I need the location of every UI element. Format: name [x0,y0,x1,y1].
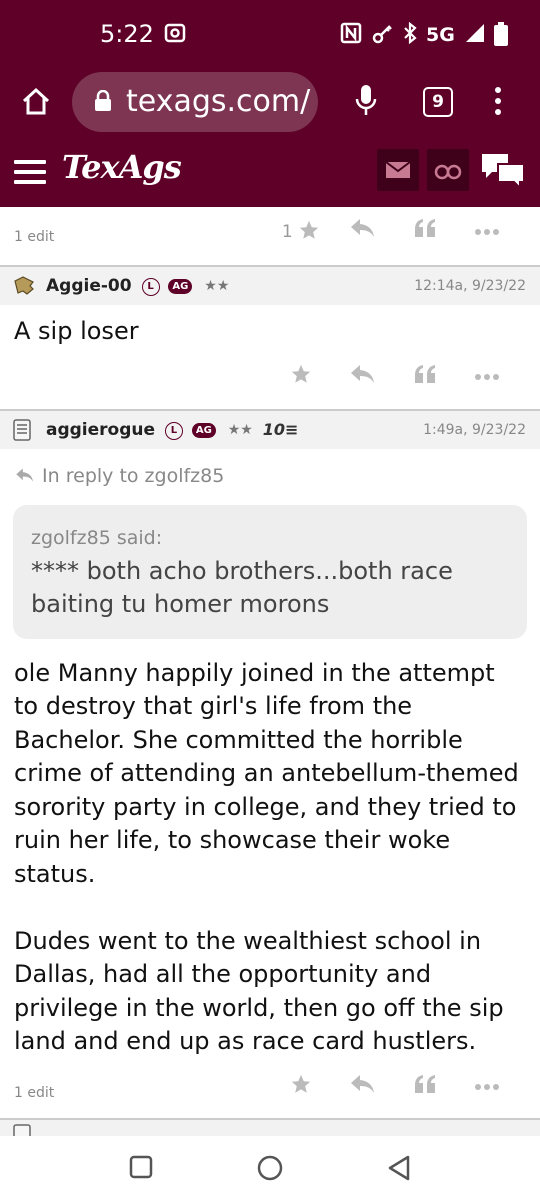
back-icon[interactable] [386,1154,412,1186]
status-bar: 5:22 5G [0,0,540,72]
battery-icon [494,22,508,50]
user-stars: ★★ [227,421,253,438]
url-text: texags.com/ [126,84,311,119]
chat-bubbles-icon[interactable] [480,152,526,192]
site-logo[interactable]: TexAgs [62,148,182,186]
reply-icon[interactable] [332,363,394,389]
bluetooth-icon [402,21,418,48]
lifetime-badge: L [164,421,183,440]
status-time: 5:22 [100,20,154,48]
star-icon [299,220,319,239]
signal-icon [464,22,486,48]
username-text: aggierogue [46,419,156,440]
post-actions [270,363,518,389]
nfc-icon [340,22,362,48]
lock-icon [94,89,112,116]
home-icon[interactable] [20,86,52,118]
hamburger-menu-icon[interactable] [14,160,46,190]
edit-count[interactable]: 1 edit [14,229,54,245]
messages-button[interactable] [377,149,419,191]
edit-count[interactable]: 1 edit [14,1085,54,1101]
quoted-post: zgolfz85 said: **** both acho brothers..… [13,504,527,639]
username-text: Aggie-00 [46,276,132,296]
post-actions [270,1073,518,1099]
thread-content: 1 edit 1 Aggie-00 L AG ★★ 12:14a, 9/23/2… [0,207,540,1117]
reply-arrow-icon [16,467,33,482]
quote-icon[interactable] [394,1073,456,1099]
star-icon[interactable] [270,363,332,389]
ag-badge: AG [168,279,193,294]
post-footer: 1 edit 1 [0,207,540,265]
quote-author: zgolfz85 said: [31,526,163,549]
ag-badge: AG [191,422,216,438]
network-type: 5G [426,24,455,46]
star-icon[interactable] [270,1073,332,1099]
watch-button[interactable] [427,149,469,191]
address-bar[interactable]: texags.com/ [72,72,318,132]
reply-to-text: In reply to zgolfz85 [42,464,225,487]
microphone-icon[interactable] [354,84,378,122]
more-icon[interactable] [456,1076,518,1095]
next-post-header-peek [0,1118,540,1138]
quote-icon[interactable] [394,217,456,243]
reply-icon[interactable] [332,1073,394,1099]
home-nav-icon[interactable] [256,1154,284,1186]
vpn-key-icon [372,22,394,48]
post-header: aggierogue L AG ★★ 10≡ 1:49a, 9/23/22 [0,408,540,449]
avatar[interactable] [12,275,36,301]
android-nav-bar [0,1136,540,1200]
post-time[interactable]: 1:49a, 9/23/22 [423,422,526,438]
post-body: ole Manny happily joined in the attempt … [14,658,519,1056]
more-icon[interactable] [456,221,518,240]
post-header: Aggie-00 L AG ★★ 12:14a, 9/23/22 [0,265,540,305]
recents-icon[interactable] [128,1154,154,1184]
post-actions: 1 [270,217,518,243]
star-button[interactable]: 1 [270,219,332,242]
quote-icon[interactable] [394,363,456,389]
post-footer [0,349,540,409]
post-footer: 1 edit [0,1059,540,1117]
reply-icon[interactable] [332,217,394,243]
mail-icon [385,161,411,178]
post-username[interactable]: Aggie-00 L AG ★★ [46,276,229,296]
browser-chrome: 5:22 5G texags.com/ 9 TexAgs [0,0,540,207]
user-stars: ★★ [204,278,230,294]
browser-toolbar: texags.com/ 9 [0,72,540,142]
document-avatar-icon[interactable] [12,418,32,445]
lifetime-badge: L [141,278,160,296]
quote-text: **** both acho brothers...both race bait… [31,556,453,618]
camera-notification-icon [164,22,186,48]
post-time[interactable]: 12:14a, 9/23/22 [414,278,526,294]
site-navbar: TexAgs [0,142,540,207]
more-icon[interactable] [456,366,518,385]
tab-switcher-button[interactable]: 9 [423,87,453,117]
star-count: 1 [281,221,293,242]
post-username[interactable]: aggierogue L AG ★★ 10≡ [46,420,298,440]
in-reply-to-link[interactable]: In reply to zgolfz85 [0,449,540,487]
binoculars-icon [434,164,462,180]
post-body: A sip loser [14,317,139,345]
rank-badge: 10≡ [262,419,299,439]
overflow-menu-icon[interactable] [494,86,502,120]
